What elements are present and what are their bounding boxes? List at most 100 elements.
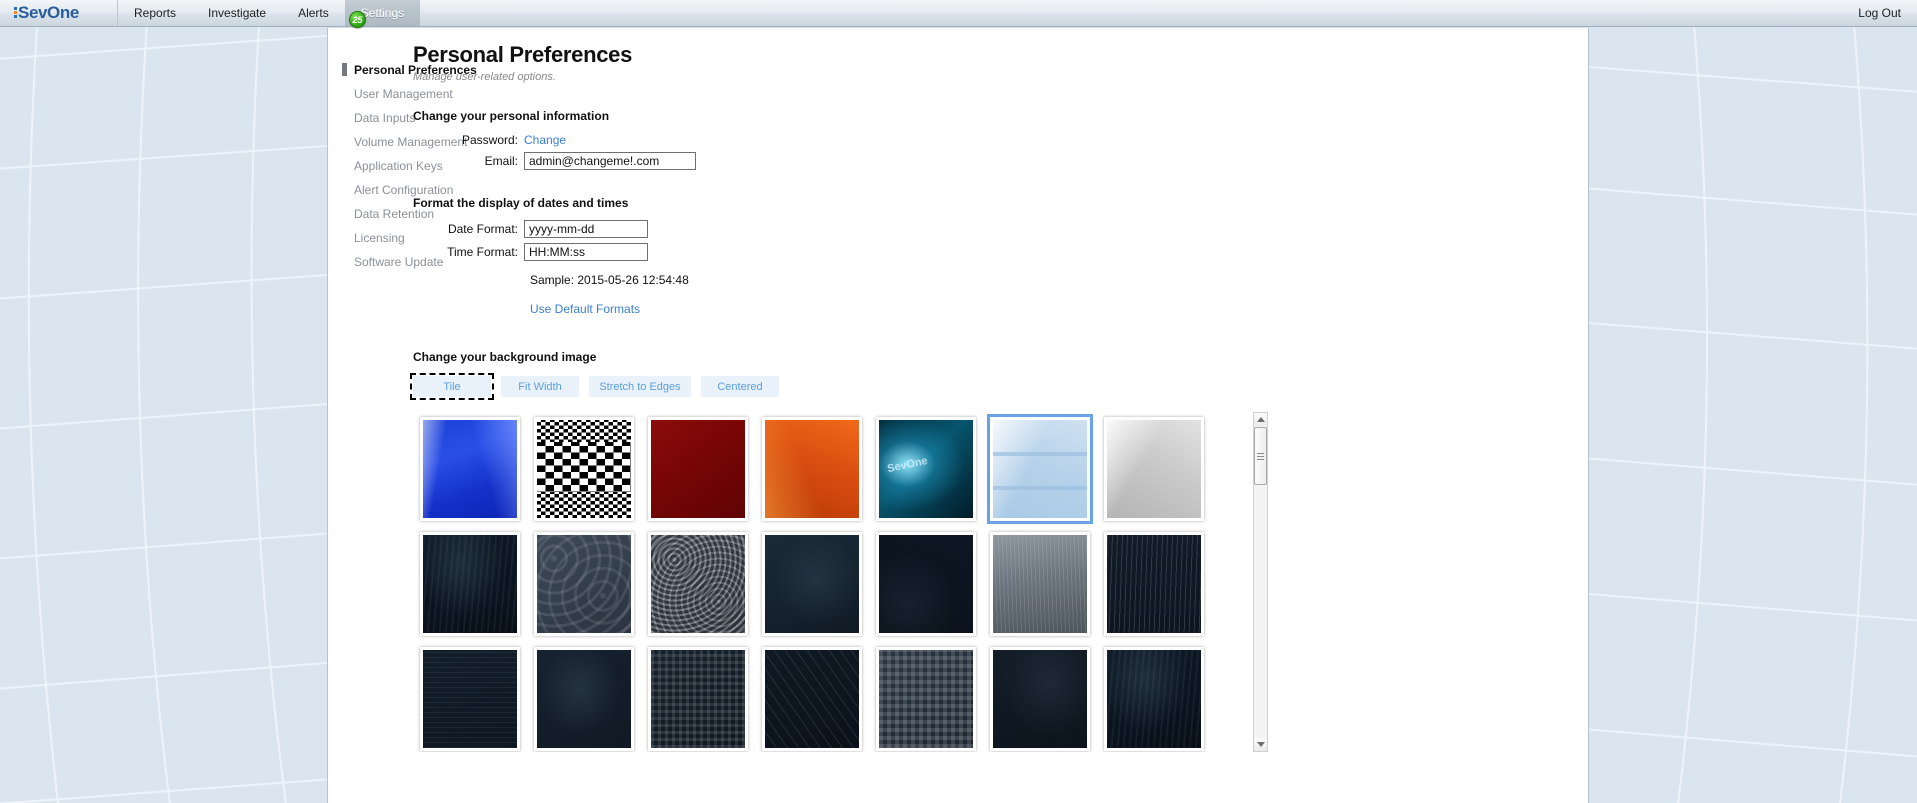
- thumbnail-art: [765, 650, 859, 748]
- thumbnail-cell: [641, 412, 755, 526]
- thumbnail-cell: [869, 527, 983, 641]
- thumbnail-art: [651, 650, 745, 748]
- background-thumbnail-dark-streaks[interactable]: [1104, 532, 1204, 636]
- thumbnail-art: [651, 420, 745, 518]
- thumbnail-art-overlay: [537, 420, 631, 442]
- background-thumbnail-dark-texture-1[interactable]: [420, 647, 520, 751]
- background-thumbnail-dark-red[interactable]: [648, 417, 748, 521]
- thumbnail-cell: [413, 527, 527, 641]
- thumbnail-cell: [527, 412, 641, 526]
- background-image-section: Change your background image Tile Fit Wi…: [410, 350, 1513, 752]
- thumbnail-cell: [755, 412, 869, 526]
- email-label: Email:: [484, 154, 518, 168]
- top-navigation-bar: SevOne Reports Investigate Alerts Settin…: [0, 0, 1917, 27]
- active-marker-icon: [342, 63, 347, 76]
- thumbnail-cell: [869, 642, 983, 752]
- thumbnail-art: [1107, 650, 1201, 748]
- nav-item-alerts[interactable]: Alerts: [282, 0, 345, 26]
- nav-item-reports[interactable]: Reports: [118, 0, 192, 26]
- thumbnail-band: [993, 486, 1087, 490]
- datetime-format-section: Format the display of dates and times Da…: [413, 196, 1513, 318]
- scrollbar-grip-icon: [1257, 451, 1264, 462]
- thumbnail-art-overlay: [537, 492, 631, 518]
- background-image-heading: Change your background image: [413, 350, 597, 364]
- thumbnail-cell: [527, 527, 641, 641]
- thumbnail-art: [537, 535, 631, 633]
- thumbnail-art: [879, 535, 973, 633]
- background-thumbnail-dark-texture-4[interactable]: [1104, 647, 1204, 751]
- alert-count-badge[interactable]: 25: [349, 11, 366, 28]
- background-thumbnail-dark-navy-1[interactable]: [762, 532, 862, 636]
- scroll-down-arrow-icon[interactable]: [1254, 738, 1267, 751]
- personal-information-fields: Password: Change Email:: [413, 133, 1513, 170]
- background-thumbnail-dark-texture-3[interactable]: [990, 647, 1090, 751]
- background-thumbnail-dark-navy-2[interactable]: [876, 532, 976, 636]
- personal-information-heading: Change your personal information: [413, 109, 610, 123]
- page-title: Personal Preferences: [413, 42, 633, 67]
- scrollbar-thumb[interactable]: [1254, 427, 1267, 485]
- thumbnail-cell: [413, 642, 527, 752]
- logout-button[interactable]: Log Out: [1842, 0, 1917, 26]
- background-mode-fit-width-button[interactable]: Fit Width: [501, 376, 579, 397]
- change-password-link[interactable]: Change: [524, 133, 566, 147]
- thumbnail-art: [993, 420, 1087, 518]
- thumbnail-band: [993, 452, 1087, 456]
- background-thumbnail-dark-squares[interactable]: [876, 647, 976, 751]
- thumbnail-art: [423, 535, 517, 633]
- background-thumbnail-cyan-sevone[interactable]: SevOne: [876, 417, 976, 521]
- background-thumbnail-light-blue-selected[interactable]: [990, 417, 1090, 521]
- thumbnail-art: [1107, 420, 1201, 518]
- page-subtitle: Manage user-related options.: [413, 71, 556, 83]
- thumbnail-art: [765, 535, 859, 633]
- main-content: Personal Preferences Manage user-related…: [410, 42, 1513, 752]
- background-thumbnail-checkerboard[interactable]: [534, 417, 634, 521]
- format-sample-text: Sample: 2015-05-26 12:54:48: [530, 273, 689, 287]
- brand-name: SevOne: [18, 3, 79, 22]
- thumbnail-logo-text: SevOne: [885, 455, 929, 476]
- password-row: Password: Change: [413, 133, 1513, 147]
- thumbnail-cell: [983, 642, 1097, 752]
- background-thumbnail-dark-diagonal[interactable]: [762, 647, 862, 751]
- date-format-input[interactable]: [524, 220, 648, 238]
- time-format-row: Time Format:: [413, 243, 1513, 261]
- scroll-up-arrow-icon[interactable]: [1254, 413, 1267, 426]
- logo-dots-icon: [14, 7, 17, 19]
- thumbnail-cell: [1097, 412, 1211, 526]
- background-mode-stretch-button[interactable]: Stretch to Edges: [589, 376, 691, 397]
- sevone-logo[interactable]: SevOne: [0, 0, 118, 26]
- background-thumbnail-orange-abstract[interactable]: [762, 417, 862, 521]
- content-panel: Personal Preferences User Management Dat…: [327, 27, 1589, 803]
- thumbnail-art: [879, 650, 973, 748]
- password-label: Password:: [461, 133, 518, 147]
- thumbnail-art: SevOne: [879, 420, 973, 518]
- thumbnail-art: [993, 650, 1087, 748]
- thumbnail-scrollbar[interactable]: [1253, 412, 1268, 752]
- background-mode-centered-button[interactable]: Centered: [701, 376, 779, 397]
- thumbnail-cell: [527, 642, 641, 752]
- background-mode-tile-button[interactable]: Tile: [410, 373, 494, 400]
- background-thumbnail-gray-streaks[interactable]: [990, 532, 1090, 636]
- thumbnail-cell: [641, 642, 755, 752]
- time-format-label: Time Format:: [447, 245, 518, 259]
- background-thumbnail-blue-abstract[interactable]: [420, 417, 520, 521]
- background-thumbnail-dark-grid-dots[interactable]: [648, 647, 748, 751]
- background-thumbnail-scroll-region[interactable]: SevOne: [413, 412, 1248, 752]
- thumbnail-art: [423, 420, 517, 518]
- thumbnail-cell: [983, 527, 1097, 641]
- time-format-input[interactable]: [524, 243, 648, 261]
- background-thumbnail-dark-grunge-1[interactable]: [420, 532, 520, 636]
- background-thumbnail-dark-texture-2[interactable]: [534, 647, 634, 751]
- personal-information-section: Change your personal information Passwor…: [413, 109, 1513, 170]
- date-format-label: Date Format:: [447, 222, 518, 236]
- thumbnail-cell: [413, 412, 527, 526]
- thumbnail-cell: [755, 642, 869, 752]
- thumbnail-art: [651, 535, 745, 633]
- use-default-formats-link[interactable]: Use Default Formats: [530, 302, 640, 316]
- thumbnail-cell: [983, 412, 1097, 526]
- background-thumbnail-gray-abstract[interactable]: [1104, 417, 1204, 521]
- background-thumbnail-dark-circles[interactable]: [648, 532, 748, 636]
- nav-item-investigate[interactable]: Investigate: [192, 0, 282, 26]
- email-row: Email:: [413, 152, 1513, 170]
- background-thumbnail-dark-spirals[interactable]: [534, 532, 634, 636]
- email-input[interactable]: [524, 152, 696, 170]
